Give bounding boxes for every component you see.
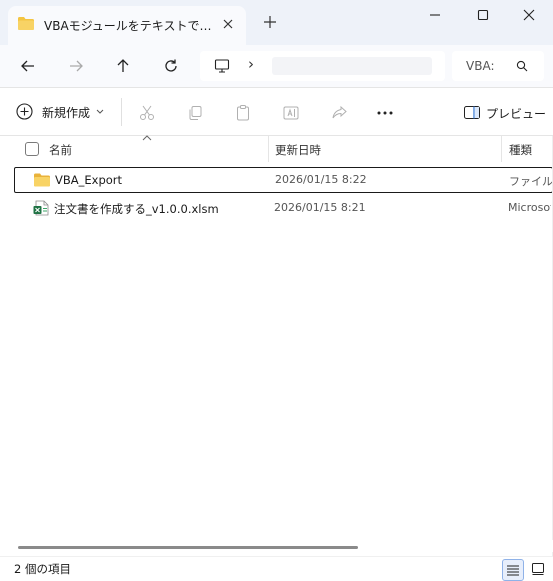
- details-view-button[interactable]: [502, 559, 524, 581]
- rename-icon[interactable]: [282, 104, 300, 122]
- address-bar[interactable]: ›: [200, 51, 445, 81]
- tiles-view-icon: [532, 563, 544, 575]
- preview-button-label: プレビュー: [486, 107, 547, 121]
- column-divider[interactable]: [501, 136, 502, 162]
- active-tab[interactable]: VBAモジュールをテキストでエクスポ·: [8, 6, 246, 45]
- new-tab-plus-icon[interactable]: [262, 14, 278, 30]
- forward-arrow-icon[interactable]: [67, 57, 85, 75]
- chevron-right-icon[interactable]: ›: [248, 55, 254, 73]
- new-button[interactable]: 新規作成: [16, 100, 108, 124]
- plus-circle-icon: [16, 103, 33, 120]
- cut-icon[interactable]: [138, 104, 156, 122]
- window-close-icon[interactable]: [522, 8, 536, 22]
- excel-file-icon: [33, 200, 49, 216]
- computer-icon: [214, 59, 230, 73]
- tab-title: VBAモジュールをテキストでエクスポ·: [44, 19, 214, 33]
- preview-button[interactable]: プレビュー: [462, 103, 546, 123]
- blurred-path: [272, 57, 432, 75]
- scrollbar-thumb[interactable]: [18, 546, 358, 549]
- more-icon[interactable]: [376, 104, 394, 122]
- copy-icon[interactable]: [186, 104, 204, 122]
- column-name[interactable]: 名前: [49, 142, 72, 158]
- details-view-icon: [507, 565, 519, 576]
- column-divider[interactable]: [268, 136, 269, 162]
- close-icon[interactable]: [220, 16, 236, 32]
- file-name: VBA_Export: [55, 173, 123, 187]
- column-type[interactable]: 種類: [509, 142, 532, 158]
- back-arrow-icon[interactable]: [19, 57, 37, 75]
- maximize-icon[interactable]: [476, 8, 490, 22]
- select-all-checkbox[interactable]: [25, 142, 39, 156]
- up-arrow-icon[interactable]: [114, 57, 132, 75]
- folder-icon: [34, 173, 50, 187]
- title-bar: VBAモジュールをテキストでエクスポ·: [0, 0, 553, 45]
- folder-icon: [18, 17, 34, 30]
- column-header: 名前 更新日時 種類: [0, 135, 553, 162]
- file-modified: 2026/01/15 8:21: [274, 201, 366, 214]
- status-bar: 2 個の項目: [0, 556, 553, 581]
- list-item[interactable]: 注文書を作成する_v1.0.0.xlsm 2026/01/15 8:21 Mic…: [14, 196, 551, 220]
- search-input[interactable]: VBA:: [466, 59, 494, 73]
- search-icon: [516, 60, 528, 72]
- tiles-view-button[interactable]: [528, 559, 548, 579]
- column-modified[interactable]: 更新日時: [275, 142, 321, 158]
- minimize-icon[interactable]: [428, 8, 442, 22]
- item-count: 2 個の項目: [14, 562, 71, 576]
- toolbar-divider: [121, 98, 122, 126]
- search-box[interactable]: VBA:: [452, 51, 544, 81]
- list-item[interactable]: VBA_Export 2026/01/15 8:22 ファイル フ: [14, 167, 553, 193]
- command-toolbar: 新規作成 プレビュー: [0, 88, 553, 135]
- refresh-icon[interactable]: [162, 57, 180, 75]
- sort-caret-up-icon: [142, 135, 152, 141]
- preview-pane-icon: [464, 106, 480, 119]
- share-icon[interactable]: [330, 104, 348, 122]
- file-type: ファイル フ: [509, 175, 552, 188]
- file-modified: 2026/01/15 8:22: [275, 173, 367, 186]
- paste-icon[interactable]: [234, 104, 252, 122]
- new-button-label: 新規作成: [42, 106, 91, 120]
- file-name: 注文書を作成する_v1.0.0.xlsm: [54, 202, 219, 216]
- chevron-down-icon: [96, 109, 104, 114]
- file-type: Microsoft: [508, 201, 551, 214]
- navigation-bar: › VBA:: [0, 45, 553, 87]
